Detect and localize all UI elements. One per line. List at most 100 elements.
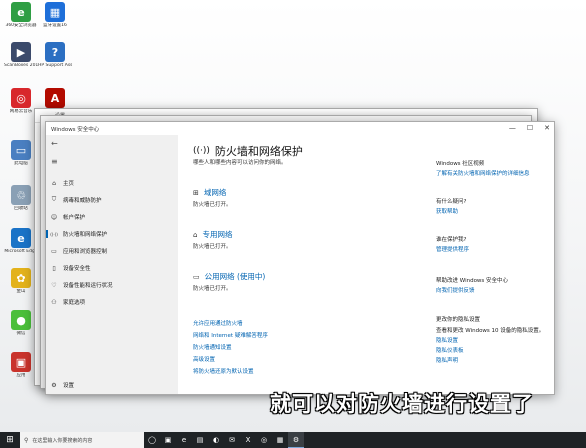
sidebar-item-virus-protection[interactable]: ⛉ 病毒和威胁防护 [49,194,174,206]
private-network-link[interactable]: ⌂ 专用网络 [193,229,232,240]
questions-section: 有什么疑问? 获取帮助 [436,197,546,215]
taskbar-file-explorer-icon[interactable]: ▤ [192,432,208,448]
close-button[interactable]: ✕ [544,124,550,132]
sidebar-item-family-options[interactable]: ⚇ 家庭选项 [49,296,174,308]
desktop-icon[interactable]: ▶ScanBoxes 2019-11-2... [4,42,38,68]
desktop-icon[interactable]: e 360安全浏览器 [4,2,38,28]
section-heading: 帮助改进 Windows 安全中心 [436,278,509,284]
sidebar-item-device-performance[interactable]: ♡ 设备性能和运行状况 [49,279,174,291]
desktop-icon-label: 金山 [16,289,26,294]
sidebar-item-label: 防火墙和网络保护 [63,232,108,238]
app-icon: e [11,2,31,22]
restore-defaults-link[interactable]: 将防火墙还原为默认设置 [193,367,254,375]
allow-app-link[interactable]: 允许应用通过防火墙 [193,319,243,327]
firewall-icon: ((·)) [50,231,58,237]
taskbar-settings-icon[interactable]: ⚙ [288,432,304,448]
desktop-icon[interactable]: ▭ 此电脑 [4,140,38,166]
hamburger-menu-icon[interactable]: ≡ [51,157,58,166]
taskbar-gallery-icon[interactable]: ▦ [272,432,288,448]
main-content: ((·)) 防火墙和网络保护 哪些人和哪些内容可以访问你的网络。 ⊞ 域网络 防… [178,135,554,394]
app-icon: e [11,228,31,248]
section-heading: 有什么疑问? [436,199,467,205]
network-name[interactable]: 专用网络 [202,229,232,240]
get-help-link[interactable]: 获取帮助 [436,207,546,215]
desktop-icon[interactable]: ▣ 应用 [4,352,38,378]
desktop-icon[interactable]: ♲ 回收站 [4,185,38,211]
app-icon: ✿ [11,268,31,288]
start-button[interactable]: ⊞ [0,432,20,448]
minimize-button[interactable]: — [509,124,516,132]
sidebar-item-label: 主页 [63,181,75,187]
desktop-icon[interactable]: e Microsoft Edge [4,228,38,254]
private-network-status: 防火墙已打开。 [193,244,232,250]
taskbar-task-view-icon[interactable]: ▣ [160,432,176,448]
desktop-icon[interactable]: ✿ 金山 [4,268,38,294]
privacy-statement-link[interactable]: 隐私声明 [436,356,546,364]
public-network-link[interactable]: ▭ 公用网络 (使用中) [193,271,265,282]
manage-providers-link[interactable]: 管理提供程序 [436,245,546,253]
sidebar-item-label: 家庭选项 [63,300,86,306]
taskbar-mail-icon[interactable]: ✉ [224,432,240,448]
window-titlebar[interactable]: Windows 安全中心 — ☐ ✕ [46,122,554,135]
sidebar: ← ≡ ⌂ 主页 ⛉ 病毒和威胁防护 ☺ 帐户保护 ((·)) 防火墙和网络保护 ▭ 应用和浏览器… [46,135,178,394]
privacy-text: 查看和更改 Windows 10 设备的隐私设置。 [436,328,545,334]
sidebar-item-account-protection[interactable]: ☺ 帐户保护 [49,211,174,223]
sidebar-item-label: 设备安全性 [63,266,91,272]
desktop-icon[interactable]: ● 微信 [4,310,38,336]
notification-settings-link[interactable]: 防火墙通知设置 [193,343,232,351]
window-title: Windows 安全中心 [51,126,100,133]
desktop-icon[interactable]: ◎ 网易云音乐 [4,88,38,114]
sidebar-item-device-security[interactable]: ▯ 设备安全性 [49,262,174,274]
sidebar-item-label: 设置 [63,383,75,389]
back-arrow-icon[interactable]: ← [51,139,58,148]
desktop-icon-label: 微信 [16,331,26,336]
desktop-icon-label: 此电脑 [14,161,28,166]
advanced-settings-link[interactable]: 高级设置 [193,355,215,363]
account-protection-icon: ☺ [50,213,58,221]
app-icon: ♲ [11,185,31,205]
app-icon: ▣ [11,352,31,372]
sidebar-item-label: 帐户保护 [63,215,86,221]
privacy-section: 更改你的隐私设置 查看和更改 Windows 10 设备的隐私设置。 隐私设置 … [436,315,546,364]
video-caption: 就可以对防火墙进行设置了 [270,392,534,416]
privacy-settings-link[interactable]: 隐私设置 [436,336,546,344]
desktop-icon-label: Microsoft Edge [4,249,38,254]
taskbar-media-icon[interactable]: ◎ [256,432,272,448]
taskbar-excel-icon[interactable]: X [240,432,256,448]
page-subtitle: 哪些人和哪些内容可以访问你的网络。 [193,160,287,166]
sidebar-item-home[interactable]: ⌂ 主页 [49,177,174,189]
protection-section: 谁在保护我? 管理提供程序 [436,235,546,253]
search-placeholder: 在这里输入你要搜索的内容 [32,437,93,444]
feedback-link[interactable]: 向我们提供反馈 [436,286,546,294]
section-heading: Windows 社区视频 [436,161,485,167]
domain-network-link[interactable]: ⊞ 域网络 [193,187,226,198]
domain-network-icon: ⊞ [193,188,199,197]
desktop-icon[interactable]: ?HP Support Assistant [38,42,72,68]
desktop-icon-label: ScanBoxes 2019-11-2... [4,63,38,68]
maximize-button[interactable]: ☐ [527,124,533,132]
app-icon: ◎ [11,88,31,108]
sidebar-item-settings[interactable]: ⚙ 设置 [49,379,174,391]
taskbar-edge-icon[interactable]: e [176,432,192,448]
sidebar-item-firewall[interactable]: ((·)) 防火墙和网络保护 [46,228,174,240]
network-name[interactable]: 公用网络 (使用中) [205,271,266,282]
privacy-dashboard-link[interactable]: 隐私仪表板 [436,346,546,354]
section-heading: 谁在保护我? [436,237,467,243]
troubleshooter-link[interactable]: 网络和 Internet 疑难解答程序 [193,331,268,339]
security-window[interactable]: Windows 安全中心 — ☐ ✕ ← ≡ ⌂ 主页 ⛉ 病毒和威胁防护 ☺ 帐户保护 (… [45,121,555,395]
sidebar-item-label: 设备性能和运行状况 [63,283,113,289]
private-network-icon: ⌂ [193,230,198,239]
desktop-icon-label: 回收站 [14,206,28,211]
search-input[interactable]: ⚲ 在这里输入你要搜索的内容 [20,432,144,448]
taskbar: ⊞ ⚲ 在这里输入你要搜索的内容 ◯ ▣ e ▤ ◐ ✉ X ◎ ▦ ⚙ [0,432,586,448]
app-icon: ? [45,42,65,62]
sidebar-item-label: 病毒和威胁防护 [63,198,102,204]
device-performance-icon: ♡ [51,281,57,289]
desktop-icon-label: 网易云音乐 [9,109,33,114]
learn-more-link[interactable]: 了解有关防火墙和网络保护的详细信息 [436,169,546,177]
taskbar-browser-icon[interactable]: ◐ [208,432,224,448]
taskbar-cortana-icon[interactable]: ◯ [144,432,160,448]
desktop-icon[interactable]: ▦ 蓝牙设置16 [38,2,72,28]
sidebar-item-app-browser-control[interactable]: ▭ 应用和浏览器控制 [49,245,174,257]
network-name[interactable]: 域网络 [204,187,227,198]
